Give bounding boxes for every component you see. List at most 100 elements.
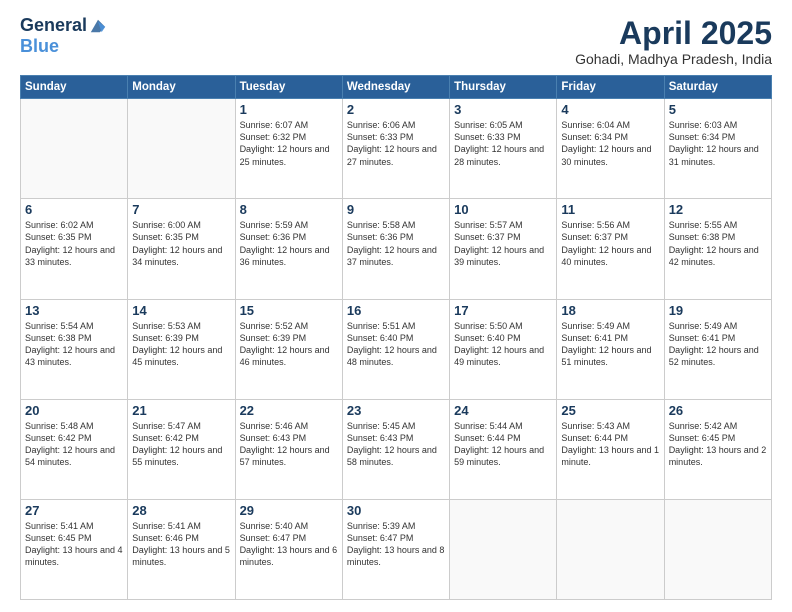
- day-header-wednesday: Wednesday: [342, 76, 449, 99]
- calendar-cell: 11Sunrise: 5:56 AM Sunset: 6:37 PM Dayli…: [557, 199, 664, 299]
- calendar-cell: 2Sunrise: 6:06 AM Sunset: 6:33 PM Daylig…: [342, 99, 449, 199]
- header: General Blue April 2025 Gohadi, Madhya P…: [20, 16, 772, 67]
- calendar-cell: 7 Sunrise: 6:00 AM Sunset: 6:35 PM Daylig…: [128, 199, 235, 299]
- calendar-cell: 14 Sunrise: 5:53 AM Sunset: 6:39 PM Dayli…: [128, 299, 235, 399]
- day-number: 27: [25, 503, 123, 518]
- cell-info: Sunrise: 6:05 AM Sunset: 6:33 PM Dayligh…: [454, 119, 552, 168]
- calendar-table: SundayMondayTuesdayWednesdayThursdayFrid…: [20, 75, 772, 600]
- day-header-thursday: Thursday: [450, 76, 557, 99]
- day-number: 3: [454, 102, 552, 117]
- calendar-cell: 13 Sunrise: 5:54 AM Sunset: 6:38 PM Dayli…: [21, 299, 128, 399]
- day-number: 6: [25, 202, 123, 217]
- day-number: 13: [25, 303, 123, 318]
- cell-info: Sunrise: 5:45 AM Sunset: 6:43 PM Dayligh…: [347, 420, 445, 469]
- cell-info: Sunrise: 5:54 AM Sunset: 6:38 PM Dayligh…: [25, 320, 123, 369]
- cell-info: Sunrise: 5:39 AM Sunset: 6:47 PM Dayligh…: [347, 520, 445, 569]
- calendar-cell: 5 Sunrise: 6:03 AM Sunset: 6:34 PM Daylig…: [664, 99, 771, 199]
- calendar-week-2: 6 Sunrise: 6:02 AM Sunset: 6:35 PM Daylig…: [21, 199, 772, 299]
- cell-info: Sunrise: 6:03 AM Sunset: 6:34 PM Dayligh…: [669, 119, 767, 168]
- day-header-friday: Friday: [557, 76, 664, 99]
- day-number: 10: [454, 202, 552, 217]
- cell-info: Sunrise: 6:04 AM Sunset: 6:34 PM Dayligh…: [561, 119, 659, 168]
- logo-blue: Blue: [20, 36, 59, 57]
- day-number: 4: [561, 102, 659, 117]
- cell-info: Sunrise: 5:59 AM Sunset: 6:36 PM Dayligh…: [240, 219, 338, 268]
- day-number: 19: [669, 303, 767, 318]
- day-number: 1: [240, 102, 338, 117]
- calendar-cell: 4 Sunrise: 6:04 AM Sunset: 6:34 PM Daylig…: [557, 99, 664, 199]
- calendar-cell: 1 Sunrise: 6:07 AM Sunset: 6:32 PM Daylig…: [235, 99, 342, 199]
- calendar-cell: 12Sunrise: 5:55 AM Sunset: 6:38 PM Dayli…: [664, 199, 771, 299]
- cell-info: Sunrise: 5:47 AM Sunset: 6:42 PM Dayligh…: [132, 420, 230, 469]
- calendar-cell: 10 Sunrise: 5:57 AM Sunset: 6:37 PM Dayli…: [450, 199, 557, 299]
- calendar-cell: 20Sunrise: 5:48 AM Sunset: 6:42 PM Dayli…: [21, 399, 128, 499]
- calendar-cell: 28 Sunrise: 5:41 AM Sunset: 6:46 PM Dayli…: [128, 499, 235, 599]
- calendar-week-5: 27 Sunrise: 5:41 AM Sunset: 6:45 PM Dayli…: [21, 499, 772, 599]
- day-number: 5: [669, 102, 767, 117]
- day-header-sunday: Sunday: [21, 76, 128, 99]
- cell-info: Sunrise: 5:44 AM Sunset: 6:44 PM Dayligh…: [454, 420, 552, 469]
- day-number: 28: [132, 503, 230, 518]
- day-number: 26: [669, 403, 767, 418]
- logo-icon: [89, 17, 107, 35]
- day-number: 25: [561, 403, 659, 418]
- calendar-cell: 8 Sunrise: 5:59 AM Sunset: 6:36 PM Daylig…: [235, 199, 342, 299]
- calendar-cell: 16Sunrise: 5:51 AM Sunset: 6:40 PM Dayli…: [342, 299, 449, 399]
- cell-info: Sunrise: 6:07 AM Sunset: 6:32 PM Dayligh…: [240, 119, 338, 168]
- calendar-header-row: SundayMondayTuesdayWednesdayThursdayFrid…: [21, 76, 772, 99]
- cell-info: Sunrise: 5:49 AM Sunset: 6:41 PM Dayligh…: [669, 320, 767, 369]
- day-number: 7: [132, 202, 230, 217]
- cell-info: Sunrise: 5:42 AM Sunset: 6:45 PM Dayligh…: [669, 420, 767, 469]
- cell-info: Sunrise: 5:55 AM Sunset: 6:38 PM Dayligh…: [669, 219, 767, 268]
- day-number: 17: [454, 303, 552, 318]
- calendar-cell: [557, 499, 664, 599]
- cell-info: Sunrise: 5:41 AM Sunset: 6:46 PM Dayligh…: [132, 520, 230, 569]
- cell-info: Sunrise: 5:43 AM Sunset: 6:44 PM Dayligh…: [561, 420, 659, 469]
- day-header-monday: Monday: [128, 76, 235, 99]
- calendar-cell: 15Sunrise: 5:52 AM Sunset: 6:39 PM Dayli…: [235, 299, 342, 399]
- day-number: 20: [25, 403, 123, 418]
- calendar-cell: 24 Sunrise: 5:44 AM Sunset: 6:44 PM Dayli…: [450, 399, 557, 499]
- calendar-cell: 6 Sunrise: 6:02 AM Sunset: 6:35 PM Daylig…: [21, 199, 128, 299]
- calendar-cell: 25 Sunrise: 5:43 AM Sunset: 6:44 PM Dayli…: [557, 399, 664, 499]
- day-number: 24: [454, 403, 552, 418]
- day-number: 21: [132, 403, 230, 418]
- calendar-cell: 27 Sunrise: 5:41 AM Sunset: 6:45 PM Dayli…: [21, 499, 128, 599]
- cell-info: Sunrise: 5:53 AM Sunset: 6:39 PM Dayligh…: [132, 320, 230, 369]
- cell-info: Sunrise: 5:56 AM Sunset: 6:37 PM Dayligh…: [561, 219, 659, 268]
- calendar-cell: 30 Sunrise: 5:39 AM Sunset: 6:47 PM Dayli…: [342, 499, 449, 599]
- logo: General Blue: [20, 16, 107, 57]
- calendar-cell: 21 Sunrise: 5:47 AM Sunset: 6:42 PM Dayli…: [128, 399, 235, 499]
- day-number: 2: [347, 102, 445, 117]
- day-number: 29: [240, 503, 338, 518]
- calendar-week-3: 13 Sunrise: 5:54 AM Sunset: 6:38 PM Dayli…: [21, 299, 772, 399]
- calendar-cell: 29 Sunrise: 5:40 AM Sunset: 6:47 PM Dayli…: [235, 499, 342, 599]
- day-number: 30: [347, 503, 445, 518]
- cell-info: Sunrise: 5:46 AM Sunset: 6:43 PM Dayligh…: [240, 420, 338, 469]
- calendar-cell: [664, 499, 771, 599]
- day-number: 14: [132, 303, 230, 318]
- calendar-cell: 22Sunrise: 5:46 AM Sunset: 6:43 PM Dayli…: [235, 399, 342, 499]
- cell-info: Sunrise: 5:41 AM Sunset: 6:45 PM Dayligh…: [25, 520, 123, 569]
- calendar-cell: 26 Sunrise: 5:42 AM Sunset: 6:45 PM Dayli…: [664, 399, 771, 499]
- day-header-tuesday: Tuesday: [235, 76, 342, 99]
- calendar-cell: 23 Sunrise: 5:45 AM Sunset: 6:43 PM Dayli…: [342, 399, 449, 499]
- day-number: 9: [347, 202, 445, 217]
- month-title: April 2025: [575, 16, 772, 51]
- day-number: 8: [240, 202, 338, 217]
- calendar-week-4: 20Sunrise: 5:48 AM Sunset: 6:42 PM Dayli…: [21, 399, 772, 499]
- cell-info: Sunrise: 6:00 AM Sunset: 6:35 PM Dayligh…: [132, 219, 230, 268]
- cell-info: Sunrise: 5:50 AM Sunset: 6:40 PM Dayligh…: [454, 320, 552, 369]
- calendar-cell: 19 Sunrise: 5:49 AM Sunset: 6:41 PM Dayli…: [664, 299, 771, 399]
- title-section: April 2025 Gohadi, Madhya Pradesh, India: [575, 16, 772, 67]
- day-number: 23: [347, 403, 445, 418]
- cell-info: Sunrise: 5:40 AM Sunset: 6:47 PM Dayligh…: [240, 520, 338, 569]
- logo-text: General: [20, 16, 87, 36]
- cell-info: Sunrise: 5:49 AM Sunset: 6:41 PM Dayligh…: [561, 320, 659, 369]
- cell-info: Sunrise: 6:02 AM Sunset: 6:35 PM Dayligh…: [25, 219, 123, 268]
- page: General Blue April 2025 Gohadi, Madhya P…: [0, 0, 792, 612]
- calendar-cell: 17 Sunrise: 5:50 AM Sunset: 6:40 PM Dayli…: [450, 299, 557, 399]
- calendar-week-1: 1 Sunrise: 6:07 AM Sunset: 6:32 PM Daylig…: [21, 99, 772, 199]
- cell-info: Sunrise: 5:57 AM Sunset: 6:37 PM Dayligh…: [454, 219, 552, 268]
- day-number: 18: [561, 303, 659, 318]
